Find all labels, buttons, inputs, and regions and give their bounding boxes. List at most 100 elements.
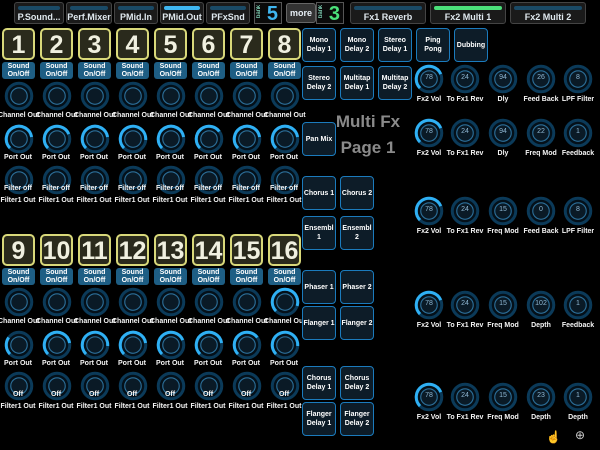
fx-param-knob[interactable]: 8	[563, 64, 593, 94]
channel-out-knob[interactable]	[194, 81, 224, 111]
tab-pfxsnd[interactable]: PFxSnd	[206, 2, 250, 24]
fx-param-knob[interactable]: 8	[563, 196, 593, 226]
fx-button-stereo-delay-1[interactable]: Stereo Delay 1	[378, 28, 412, 62]
fx-param-knob[interactable]: 78	[414, 382, 444, 412]
port-out-knob[interactable]	[80, 330, 110, 360]
fx-param-knob[interactable]: 78	[414, 118, 444, 148]
channel-number-7[interactable]: 7	[230, 28, 263, 60]
channel-out-knob[interactable]	[118, 81, 148, 111]
channel-number-4[interactable]: 4	[116, 28, 149, 60]
port-out-knob[interactable]	[4, 330, 34, 360]
fx-param-knob[interactable]: 1	[563, 290, 593, 320]
fx-button-phaser-1[interactable]: Phaser 1	[302, 270, 336, 304]
port-out-knob[interactable]	[232, 124, 262, 154]
channel-number-8[interactable]: 8	[268, 28, 301, 60]
fx-button-mono-delay-2[interactable]: Mono Delay 2	[340, 28, 374, 62]
more-button[interactable]: more	[286, 3, 316, 23]
fx-param-knob[interactable]: 102	[526, 290, 556, 320]
fx-param-knob[interactable]: 94	[488, 64, 518, 94]
fx-button-ensembl-1[interactable]: Ensembl 1	[302, 216, 336, 250]
channel-out-knob[interactable]	[80, 287, 110, 317]
channel-number-9[interactable]: 9	[2, 234, 35, 266]
channel-out-knob[interactable]	[232, 81, 262, 111]
channel-out-knob[interactable]	[4, 287, 34, 317]
bank-right-selector[interactable]: bank 3	[316, 2, 344, 25]
sound-toggle-8[interactable]: Sound On/Off	[268, 62, 301, 79]
fx-param-knob[interactable]: 78	[414, 196, 444, 226]
fx-button-multitap-delay-1[interactable]: Multitap Delay 1	[340, 66, 374, 100]
fx-button-phaser-2[interactable]: Phaser 2	[340, 270, 374, 304]
channel-number-11[interactable]: 11	[78, 234, 111, 266]
channel-number-16[interactable]: 16	[268, 234, 301, 266]
fx-param-knob[interactable]: 0	[526, 196, 556, 226]
fx-param-knob[interactable]: 24	[450, 64, 480, 94]
fx-button-flanger-delay-2[interactable]: Flanger Delay 2	[340, 402, 374, 436]
port-out-knob[interactable]	[156, 124, 186, 154]
fx-button-chorus-2[interactable]: Chorus 2	[340, 176, 374, 210]
fx-param-knob[interactable]: 15	[488, 196, 518, 226]
port-out-knob[interactable]	[4, 124, 34, 154]
sound-toggle-5[interactable]: Sound On/Off	[154, 62, 187, 79]
tab-fx2-multi-2[interactable]: Fx2 Multi 2	[510, 2, 586, 24]
channel-out-knob[interactable]	[270, 81, 300, 111]
port-out-knob[interactable]	[118, 124, 148, 154]
port-out-knob[interactable]	[42, 330, 72, 360]
channel-out-knob[interactable]	[232, 287, 262, 317]
sound-toggle-15[interactable]: Sound On/Off	[230, 268, 263, 285]
fx-button-pan-mix[interactable]: Pan Mix	[302, 122, 336, 156]
sound-toggle-1[interactable]: Sound On/Off	[2, 62, 35, 79]
tab-fx2-multi-1[interactable]: Fx2 Multi 1	[430, 2, 506, 24]
channel-number-5[interactable]: 5	[154, 28, 187, 60]
fx-param-knob[interactable]: 1	[563, 382, 593, 412]
fx-button-multitap-delay-2[interactable]: Multitap Delay 2	[378, 66, 412, 100]
fx-button-chorus-delay-1[interactable]: Chorus Delay 1	[302, 366, 336, 400]
fx-param-knob[interactable]: 1	[563, 118, 593, 148]
fx-param-knob[interactable]: 24	[450, 290, 480, 320]
fx-param-knob[interactable]: 15	[488, 290, 518, 320]
channel-out-knob[interactable]	[194, 287, 224, 317]
fx-param-knob[interactable]: 15	[488, 382, 518, 412]
channel-out-knob[interactable]	[270, 287, 300, 317]
channel-number-15[interactable]: 15	[230, 234, 263, 266]
fx-param-knob[interactable]: 24	[450, 196, 480, 226]
fx-param-knob[interactable]: 78	[414, 290, 444, 320]
fx-param-knob[interactable]: 26	[526, 64, 556, 94]
channel-number-6[interactable]: 6	[192, 28, 225, 60]
fx-param-knob[interactable]: 94	[488, 118, 518, 148]
port-out-knob[interactable]	[80, 124, 110, 154]
sound-toggle-9[interactable]: Sound On/Off	[2, 268, 35, 285]
fx-button-ensembl-2[interactable]: Ensembl 2	[340, 216, 374, 250]
tab-fx1-reverb[interactable]: Fx1 Reverb	[350, 2, 426, 24]
channel-out-knob[interactable]	[42, 287, 72, 317]
sound-toggle-12[interactable]: Sound On/Off	[116, 268, 149, 285]
sound-toggle-13[interactable]: Sound On/Off	[154, 268, 187, 285]
port-out-knob[interactable]	[270, 330, 300, 360]
channel-number-10[interactable]: 10	[40, 234, 73, 266]
bank-left-selector[interactable]: bank 5	[254, 2, 282, 25]
tab-perf-mixer[interactable]: Perf.Mixer	[66, 2, 112, 24]
fx-button-flanger-delay-1[interactable]: Flanger Delay 1	[302, 402, 336, 436]
channel-out-knob[interactable]	[156, 287, 186, 317]
zoom-icon[interactable]: ⊕	[575, 428, 585, 442]
fx-param-knob[interactable]: 78	[414, 64, 444, 94]
fx-button-flanger-1[interactable]: Flanger 1	[302, 306, 336, 340]
sound-toggle-6[interactable]: Sound On/Off	[192, 62, 225, 79]
fx-button-stereo-delay-2[interactable]: Stereo Delay 2	[302, 66, 336, 100]
fx-button-chorus-1[interactable]: Chorus 1	[302, 176, 336, 210]
channel-out-knob[interactable]	[156, 81, 186, 111]
port-out-knob[interactable]	[232, 330, 262, 360]
sound-toggle-16[interactable]: Sound On/Off	[268, 268, 301, 285]
port-out-knob[interactable]	[118, 330, 148, 360]
fx-button-flanger-2[interactable]: Flanger 2	[340, 306, 374, 340]
fx-button-chorus-delay-2[interactable]: Chorus Delay 2	[340, 366, 374, 400]
fx-param-knob[interactable]: 23	[526, 382, 556, 412]
channel-out-knob[interactable]	[118, 287, 148, 317]
sound-toggle-10[interactable]: Sound On/Off	[40, 268, 73, 285]
port-out-knob[interactable]	[156, 330, 186, 360]
port-out-knob[interactable]	[194, 330, 224, 360]
sound-toggle-3[interactable]: Sound On/Off	[78, 62, 111, 79]
channel-number-13[interactable]: 13	[154, 234, 187, 266]
channel-out-knob[interactable]	[80, 81, 110, 111]
fx-button-dubbing[interactable]: Dubbing	[454, 28, 488, 62]
fx-param-knob[interactable]: 24	[450, 382, 480, 412]
